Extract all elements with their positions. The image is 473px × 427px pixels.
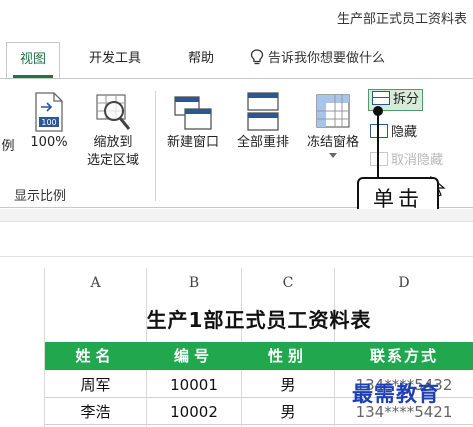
column-header-a[interactable]: A (45, 270, 146, 296)
zoom-to-selection-button[interactable]: 缩放到 选定区域 (82, 91, 144, 169)
cell-name[interactable]: 李浩 (45, 399, 146, 425)
callout-leader-line (377, 110, 379, 177)
svg-text:100: 100 (41, 118, 56, 127)
formula-bar[interactable] (0, 221, 473, 257)
tell-me-label: 告诉我你想要做什么 (268, 51, 386, 66)
tab-developer[interactable]: 开发工具 (78, 42, 152, 78)
header-cell-name[interactable]: 姓名 (45, 342, 146, 370)
zoom-100-icon: 100 (35, 92, 63, 132)
arrange-all-icon (247, 92, 279, 131)
header-cell-contact[interactable]: 联系方式 (335, 342, 473, 370)
cell-gender[interactable]: 男 (242, 399, 334, 425)
ribbon-tab-strip: 视图 开发工具 帮助 告诉我你想要做什么 (0, 42, 473, 78)
column-header-d[interactable]: D (335, 270, 473, 296)
title-bar: 生产部正式员工资料表 (0, 0, 473, 34)
zoom-button-partial[interactable]: 例 (0, 137, 16, 155)
tab-view[interactable]: 视图 (6, 42, 60, 78)
cell-name[interactable]: 周军 (45, 372, 146, 398)
split-icon (372, 91, 390, 105)
sheet-title-cell[interactable]: 生产1部正式员工资料表 (45, 300, 473, 340)
new-window-button[interactable]: 新建窗口 (160, 91, 226, 151)
hide-icon (370, 124, 388, 138)
table-header-row: 姓名 编号 性别 联系方式 (45, 342, 473, 370)
group-separator (155, 91, 156, 201)
zoom-selection-icon (96, 94, 131, 130)
header-cell-id[interactable]: 编号 (147, 342, 241, 370)
document-title: 生产部正式员工资料表 (336, 12, 467, 27)
cell-gender[interactable]: 男 (242, 372, 334, 398)
chevron-down-icon (329, 153, 337, 158)
header-cell-gender[interactable]: 性别 (242, 342, 334, 370)
cell-id[interactable]: 10001 (147, 372, 241, 398)
tab-help[interactable]: 帮助 (176, 42, 226, 78)
tell-me-box[interactable]: 告诉我你想要做什么 (250, 42, 385, 78)
column-header-b[interactable]: B (147, 270, 241, 296)
group-label-zoom: 显示比例 (14, 189, 67, 204)
column-header-c[interactable]: C (242, 270, 334, 296)
unhide-icon (370, 152, 388, 166)
arrange-all-button[interactable]: 全部重排 (230, 91, 296, 151)
ribbon-bottom-band (0, 209, 473, 221)
new-window-icon (174, 96, 212, 130)
watermark-text: 最需教育 (352, 381, 440, 406)
cell-id[interactable]: 10002 (147, 399, 241, 425)
freeze-panes-button[interactable]: 冻结窗格 (300, 91, 366, 159)
unhide-button[interactable]: 取消隐藏 (370, 151, 443, 173)
lightbulb-icon (250, 49, 264, 65)
freeze-panes-icon (316, 94, 350, 128)
zoom-100-button[interactable]: 100 100% (26, 91, 72, 151)
